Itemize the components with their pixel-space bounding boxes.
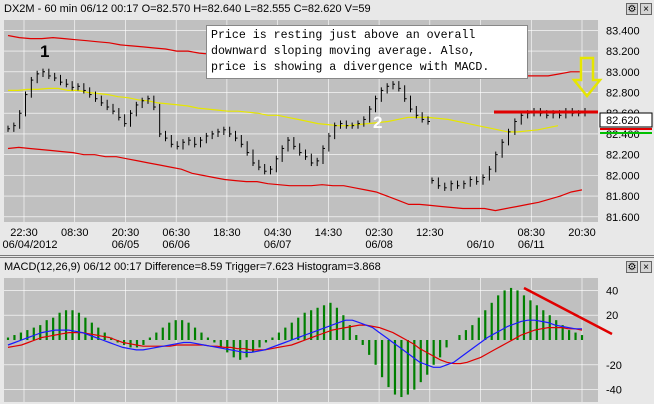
chart-window: DX2M - 60 min 06/12 00:17 O=82.570 H=82.…: [0, 0, 654, 404]
macd-y-tick-3: -40: [606, 385, 622, 397]
price-x-tick-7: 02:30: [365, 227, 393, 239]
price-panel: DX2M - 60 min 06/12 00:17 O=82.570 H=82.…: [0, 0, 654, 256]
marker-2: 2: [373, 113, 383, 132]
marker-1: 1: [40, 42, 50, 61]
price-x-tick-3: 06:30: [162, 227, 190, 239]
price-x-tick-0: 22:30: [10, 227, 38, 239]
price-x-tick-2: 20:30: [112, 227, 140, 239]
price-x-tick-6: 14:30: [315, 227, 343, 239]
price-x-tick-1: 08:30: [61, 227, 89, 239]
current-price-label: 82.620: [606, 115, 640, 127]
macd-chart-svg: 40 20 -20 -40: [4, 278, 622, 402]
annotation-line-3: price is showing a divergence with MACD.: [211, 61, 490, 74]
annotation-line-1: Price is resting just above an overall: [211, 29, 476, 42]
price-y-tick-1: 83.200: [606, 46, 640, 58]
price-x-sublabel-0: 06/04/2012: [2, 239, 57, 251]
price-x-sublabel-2: 06/05: [112, 239, 140, 251]
price-y-tick-3: 82.800: [606, 88, 640, 100]
macd-plot-area: [4, 278, 598, 402]
macd-y-tick-0: 40: [606, 285, 618, 297]
price-x-tick-5: 04:30: [264, 227, 292, 239]
price-y-tick-5: 82.400: [606, 129, 640, 141]
price-x-tick-11: 20:30: [568, 227, 596, 239]
price-x-tick-4: 18:30: [213, 227, 241, 239]
price-y-tick-8: 81.800: [606, 191, 640, 203]
macd-panel: MACD(12,26,9) 06/12 00:17 Difference=8.5…: [0, 257, 654, 404]
price-y-tick-2: 83.000: [606, 67, 640, 79]
annotation-line-2: downward sloping moving average. Also,: [211, 45, 476, 58]
price-x-sublabel-3: 06/06: [162, 239, 190, 251]
price-x-sublabel-5: 06/07: [264, 239, 292, 251]
macd-y-tick-2: -20: [606, 360, 622, 372]
price-x-sublabel-9: 06/10: [467, 239, 495, 251]
price-x-sublabel-10: 06/11: [518, 239, 545, 251]
price-y-tick-9: 81.600: [606, 212, 640, 224]
price-y-tick-6: 82.200: [606, 150, 640, 162]
price-x-sublabel-7: 06/08: [365, 239, 393, 251]
macd-y-tick-1: 20: [606, 310, 618, 322]
price-y-tick-0: 83.400: [606, 25, 640, 37]
price-x-tick-8: 12:30: [416, 227, 444, 239]
annotation-box: Price is resting just above an overall d…: [206, 25, 528, 79]
price-x-tick-10: 08:30: [518, 227, 546, 239]
price-y-tick-7: 82.000: [606, 170, 640, 182]
